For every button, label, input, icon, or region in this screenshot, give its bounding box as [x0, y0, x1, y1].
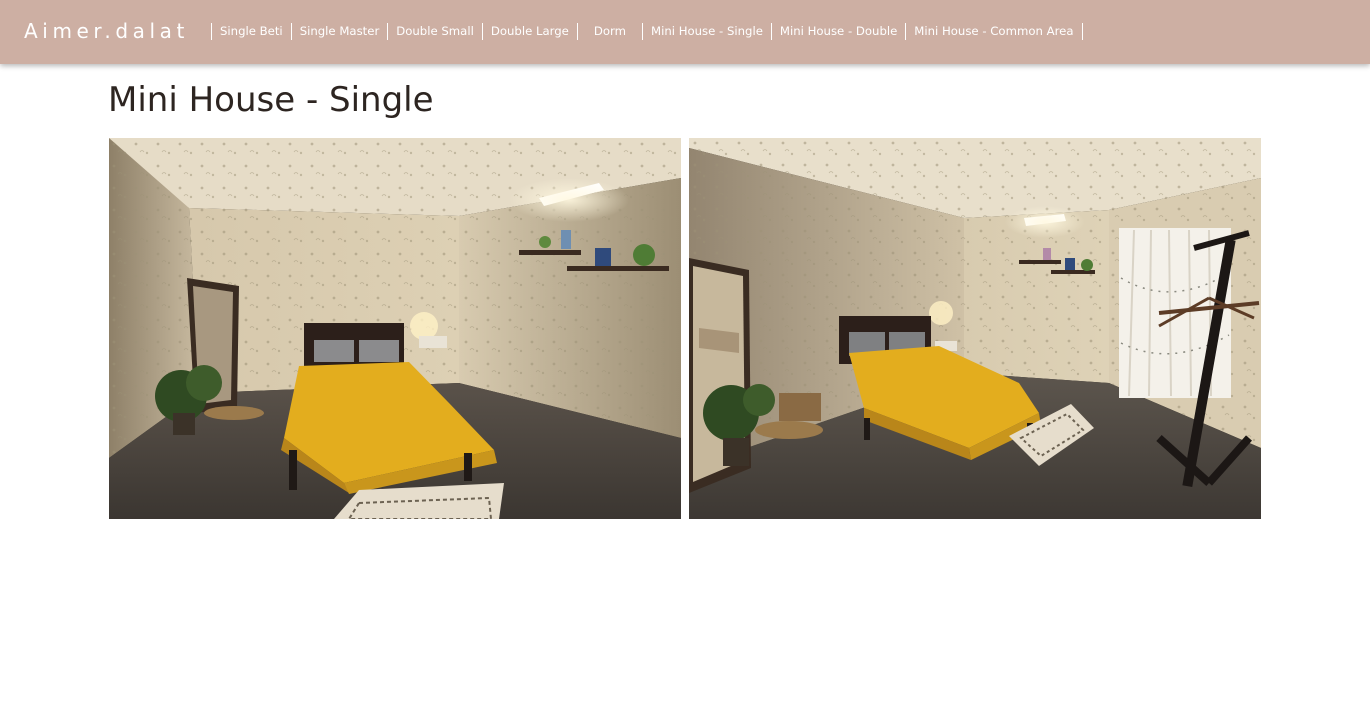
nav-item-mini-house-double[interactable]: Mini House - Double [772, 23, 907, 40]
room-photo-1[interactable] [109, 138, 681, 519]
page-title: Mini House - Single [108, 80, 434, 120]
nav-item-double-large[interactable]: Double Large [483, 23, 578, 40]
nav-item-dorm[interactable]: Dorm [578, 23, 643, 40]
photo-gallery [109, 138, 1261, 519]
brand-logo[interactable]: Aimer.dalat [24, 19, 189, 43]
nav-item-mini-house-common-area[interactable]: Mini House - Common Area [906, 23, 1083, 40]
nav-item-double-small[interactable]: Double Small [388, 23, 483, 40]
room-photo-2[interactable] [689, 138, 1261, 519]
nav-item-single-beti[interactable]: Single Beti [212, 23, 292, 40]
top-navbar: Aimer.dalat Single Beti Single Master Do… [0, 0, 1370, 64]
nav-item-mini-house-single[interactable]: Mini House - Single [643, 23, 772, 40]
nav-item-single-master[interactable]: Single Master [292, 23, 389, 40]
main-nav: Single Beti Single Master Double Small D… [211, 23, 1083, 40]
